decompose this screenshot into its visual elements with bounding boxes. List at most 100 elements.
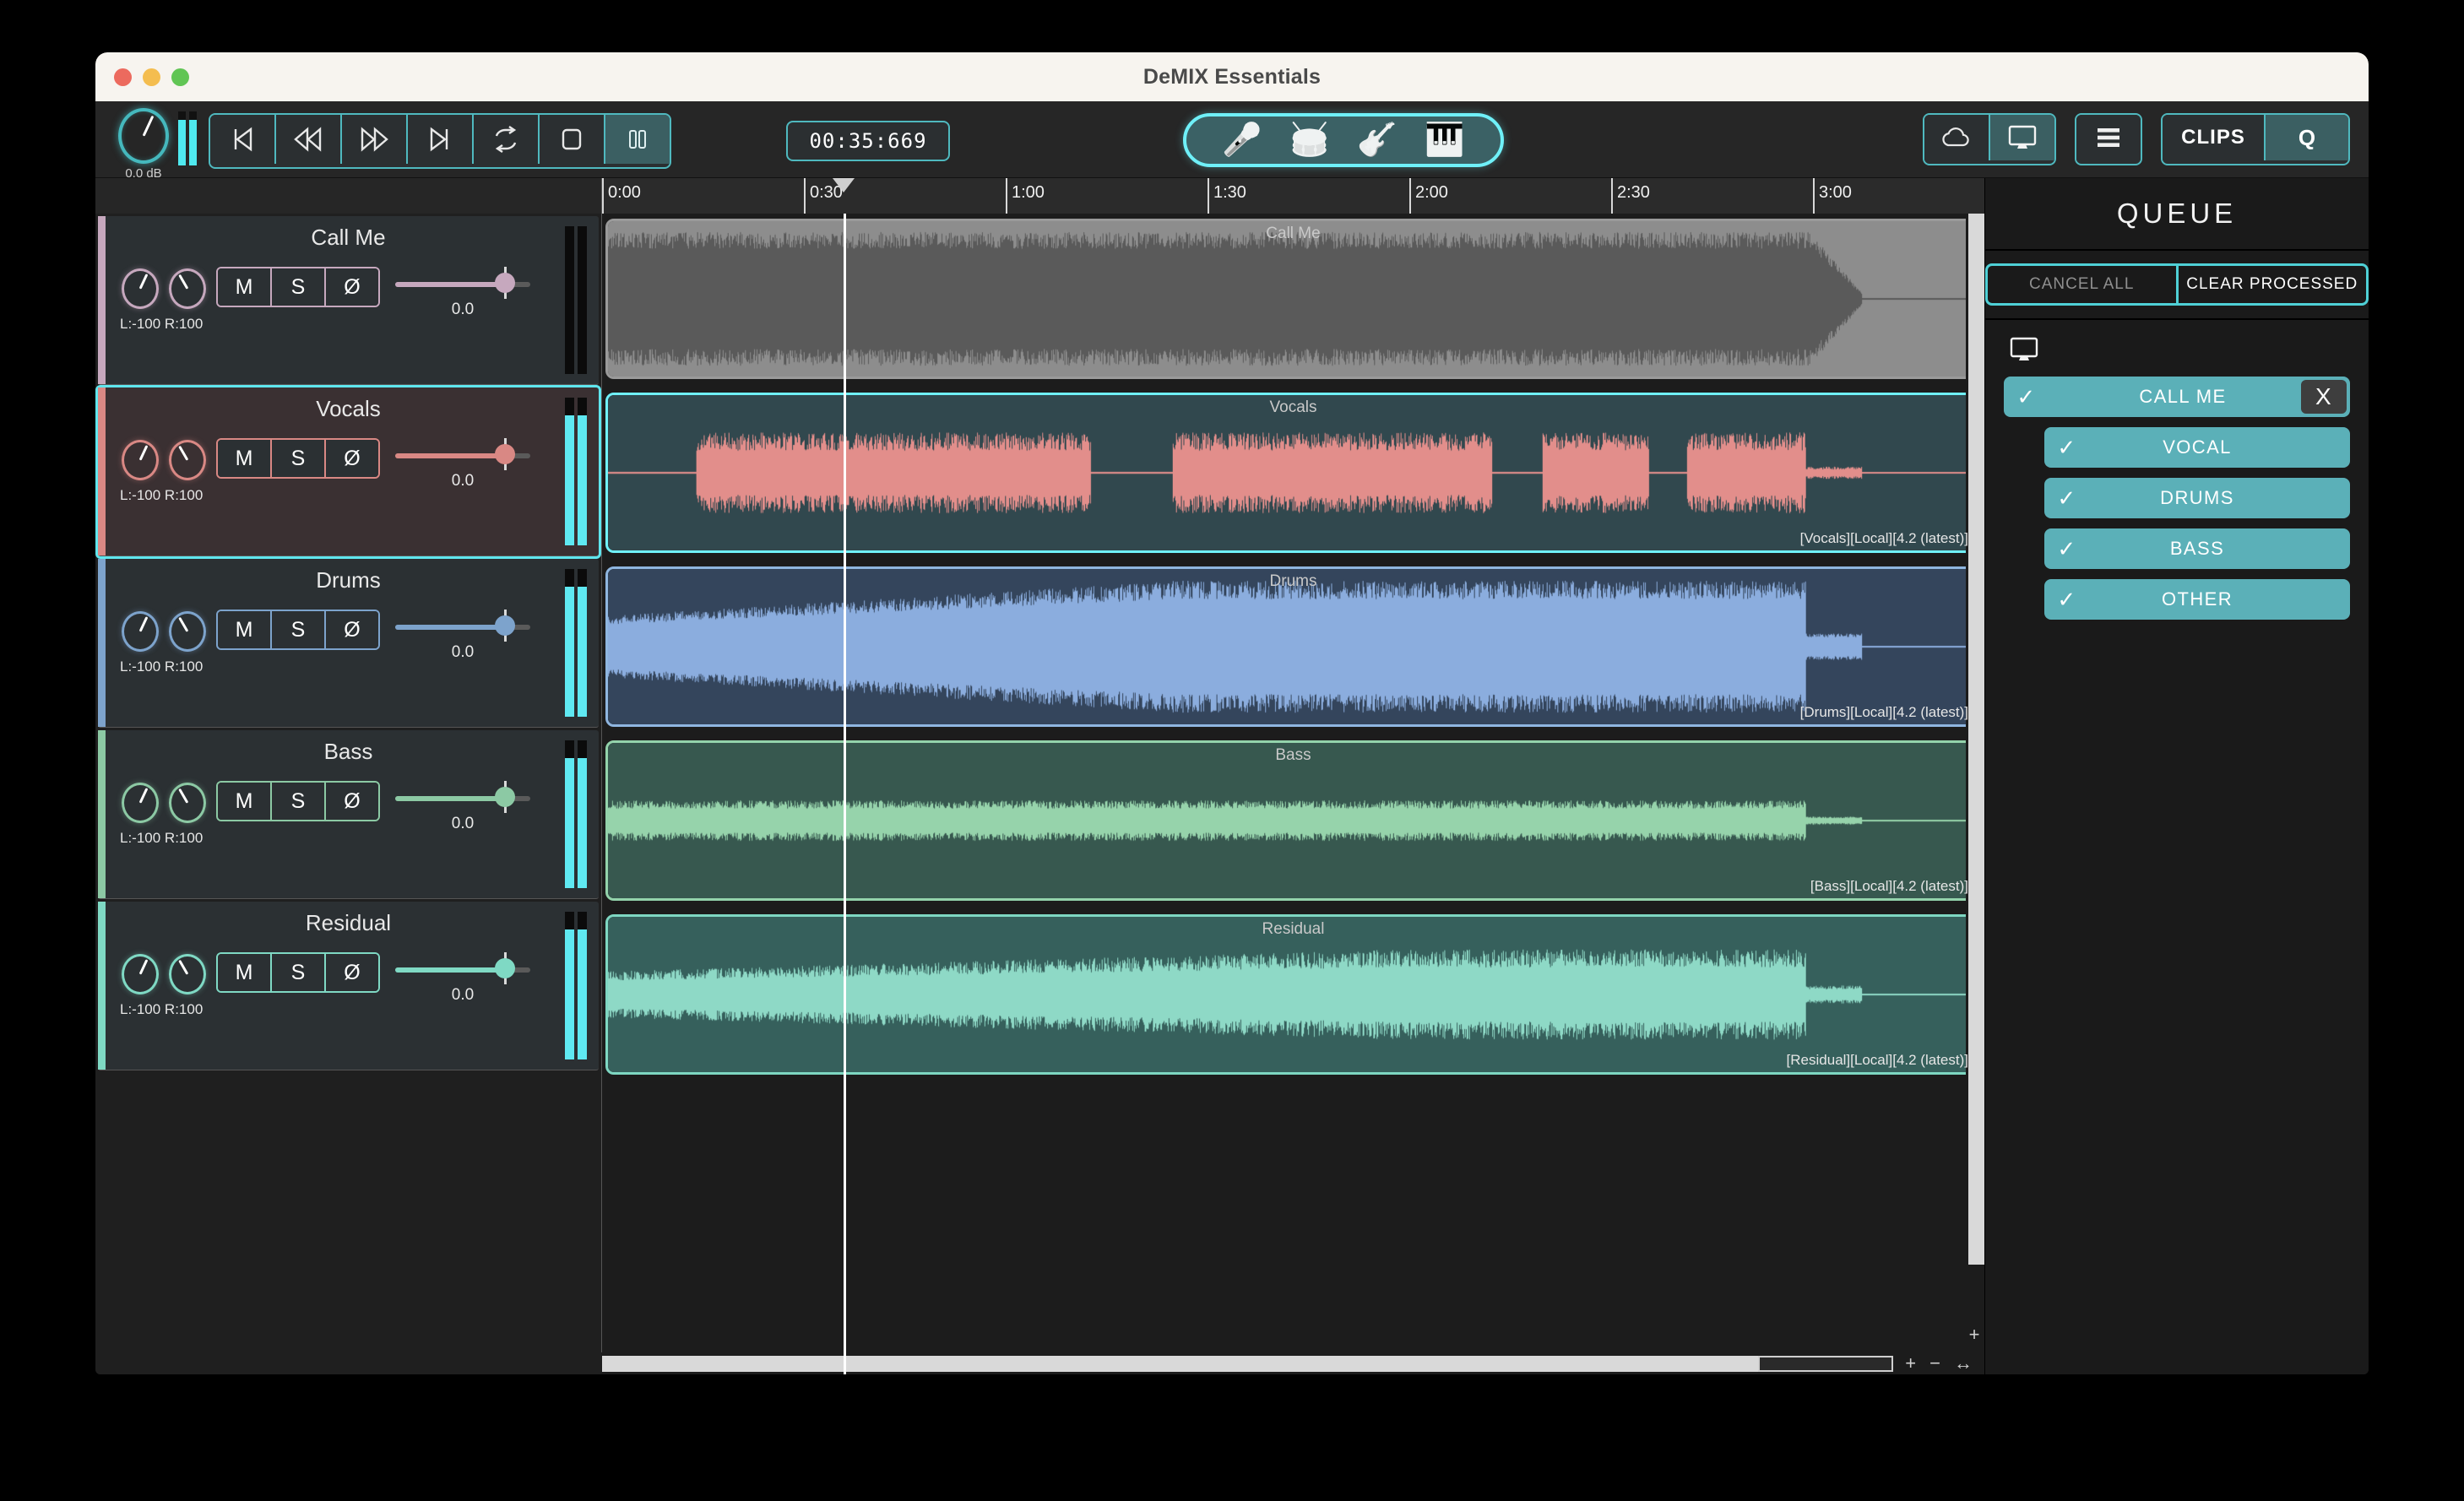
volume-value-label: 0.0 — [451, 643, 475, 661]
local-processing-button[interactable] — [1990, 115, 2054, 160]
mute-button[interactable]: M — [218, 268, 272, 306]
queue-actions: CANCEL ALL CLEAR PROCESSED — [1985, 251, 2369, 320]
queue-item[interactable]: ✓ BASS — [2044, 528, 2350, 569]
mute-button[interactable]: M — [218, 440, 272, 477]
track-header-drums[interactable]: Drums L:-100 R:100 M S Ø 0.0 — [98, 559, 599, 728]
zoom-to-fit-button[interactable]: ↔ — [1954, 1352, 1973, 1374]
ruler-tick: 1:00 — [1006, 178, 1045, 214]
solo-button[interactable]: S — [272, 268, 326, 306]
pan-right-knob-icon[interactable] — [169, 783, 206, 823]
clip-call-me[interactable]: Call Me — [605, 219, 1981, 379]
queue-action-group: CANCEL ALL CLEAR PROCESSED — [1985, 263, 2369, 306]
loop-button[interactable] — [474, 115, 540, 164]
volume-fader[interactable] — [395, 610, 530, 642]
skip-to-end-button[interactable] — [408, 115, 474, 164]
clip-lane[interactable]: Call Me Vocals [Vocals][Local][4.2 (latest… — [602, 214, 1984, 1374]
solo-button[interactable]: S — [272, 440, 326, 477]
phase-invert-button[interactable]: Ø — [326, 954, 378, 991]
mute-button[interactable]: M — [218, 783, 272, 820]
pan-knobs[interactable] — [122, 954, 206, 994]
pan-knobs[interactable] — [122, 783, 206, 823]
pan-value-label: L:-100 R:100 — [120, 1001, 204, 1017]
volume-fader[interactable] — [395, 267, 530, 299]
pan-knobs[interactable] — [122, 268, 206, 309]
pan-left-knob-icon[interactable] — [122, 783, 159, 823]
horizontal-zoom-out-button[interactable]: − — [1929, 1352, 1940, 1374]
mute-button[interactable]: M — [218, 954, 272, 991]
fast-forward-button[interactable] — [342, 115, 408, 164]
track-level-meter — [565, 398, 587, 545]
queue-item[interactable]: ✓ VOCAL — [2044, 427, 2350, 468]
track-header-vocals[interactable]: Vocals L:-100 R:100 M S Ø 0.0 — [95, 385, 601, 559]
hamburger-menu-button[interactable] — [2076, 115, 2141, 160]
timecode-display[interactable]: 00:35:669 — [786, 121, 950, 161]
track-header-call-me[interactable]: Call Me L:-100 R:100 M S Ø 0.0 — [98, 216, 599, 385]
vertical-scrollbar[interactable] — [1966, 214, 1984, 1337]
track-name-label: Residual — [305, 910, 392, 935]
pan-knobs[interactable] — [122, 440, 206, 480]
queue-item[interactable]: ✓ CALL ME X — [2004, 377, 2350, 417]
instrument-selector[interactable]: 🎤 🥁 🎸 🎹 — [1183, 113, 1504, 167]
vertical-scrollbar-thumb[interactable] — [1968, 214, 1984, 1265]
volume-fader[interactable] — [395, 781, 530, 813]
track-header-bass[interactable]: Bass L:-100 R:100 M S Ø 0.0 — [98, 730, 599, 899]
phase-invert-button[interactable]: Ø — [326, 783, 378, 820]
solo-button[interactable]: S — [272, 783, 326, 820]
clip-title: Drums — [1269, 572, 1317, 590]
ruler-tick-label: 3:00 — [1819, 183, 1852, 202]
skip-to-start-button[interactable] — [210, 115, 276, 164]
queue-list: ✓ CALL ME X ✓ VOCAL ✓ DRUMS ✓ BASS ✓ OTHER — [1985, 320, 2369, 642]
timeline-ruler[interactable]: 0:000:301:001:302:002:303:003 — [602, 178, 1984, 214]
pan-knobs[interactable] — [122, 611, 206, 652]
volume-fader[interactable] — [395, 438, 530, 470]
mute-button[interactable]: M — [218, 611, 272, 648]
clips-button[interactable]: CLIPS — [2163, 115, 2266, 160]
horizontal-scrollbar[interactable] — [602, 1355, 1894, 1372]
horizontal-zoom-in-button[interactable]: + — [1905, 1352, 1916, 1374]
phase-invert-button[interactable]: Ø — [326, 611, 378, 648]
arrangement-area: 0:000:301:001:302:002:303:003 Call MeL:-… — [95, 178, 1984, 1374]
pan-left-knob-icon[interactable] — [122, 268, 159, 309]
pan-right-knob-icon[interactable] — [169, 440, 206, 480]
pan-right-knob-icon[interactable] — [169, 268, 206, 309]
solo-button[interactable]: S — [272, 954, 326, 991]
track-header-residual[interactable]: Residual L:-100 R:100 M S Ø 0.0 — [98, 902, 599, 1070]
phase-invert-button[interactable]: Ø — [326, 440, 378, 477]
remove-queue-item-button[interactable]: X — [2301, 380, 2347, 414]
clip-drums[interactable]: Drums [Drums][Local][4.2 (latest)] — [605, 566, 1981, 727]
pan-left-knob-icon[interactable] — [122, 954, 159, 994]
guitar-icon[interactable]: 🎸 — [1357, 124, 1397, 156]
phase-invert-button[interactable]: Ø — [326, 268, 378, 306]
queue-item[interactable]: ✓ DRUMS — [2044, 478, 2350, 518]
drums-icon[interactable]: 🥁 — [1289, 124, 1329, 156]
clip-vocals[interactable]: Vocals [Vocals][Local][4.2 (latest)] — [605, 393, 1981, 553]
pan-left-knob-icon[interactable] — [122, 611, 159, 652]
clip-residual[interactable]: Residual [Residual][Local][4.2 (latest)] — [605, 914, 1981, 1075]
pan-right-knob-icon[interactable] — [169, 954, 206, 994]
master-gain-knob-icon[interactable] — [118, 108, 169, 164]
clear-processed-button[interactable]: CLEAR PROCESSED — [2179, 266, 2367, 303]
pan-left-knob-icon[interactable] — [122, 440, 159, 480]
queue-button[interactable]: Q — [2266, 115, 2348, 160]
queue-item[interactable]: ✓ OTHER — [2044, 579, 2350, 620]
mute-solo-phase-group: MSØ — [216, 267, 380, 307]
playhead-marker[interactable] — [833, 178, 855, 192]
pan-right-knob-icon[interactable] — [169, 611, 206, 652]
playhead[interactable] — [844, 214, 846, 1374]
vertical-zoom-in-button[interactable]: + — [1969, 1324, 1980, 1346]
clip-bass[interactable]: Bass [Bass][Local][4.2 (latest)] — [605, 740, 1981, 901]
track-name-label: Bass — [323, 739, 373, 764]
clip-meta-label: [Drums][Local][4.2 (latest)] — [1799, 704, 1968, 720]
volume-fader[interactable] — [395, 952, 530, 984]
horizontal-scrollbar-thumb[interactable] — [1758, 1355, 1894, 1372]
master-gain-control[interactable]: 0.0 dB — [116, 108, 171, 181]
solo-button[interactable]: S — [272, 611, 326, 648]
stop-button[interactable] — [540, 115, 605, 164]
rewind-button[interactable] — [276, 115, 342, 164]
piano-icon[interactable]: 🎹 — [1425, 124, 1464, 156]
pause-button[interactable] — [605, 115, 670, 164]
cancel-all-button[interactable]: CANCEL ALL — [1988, 266, 2179, 303]
check-icon: ✓ — [2016, 383, 2037, 409]
cloud-processing-button[interactable] — [1924, 115, 1990, 160]
microphone-icon[interactable]: 🎤 — [1222, 124, 1262, 156]
